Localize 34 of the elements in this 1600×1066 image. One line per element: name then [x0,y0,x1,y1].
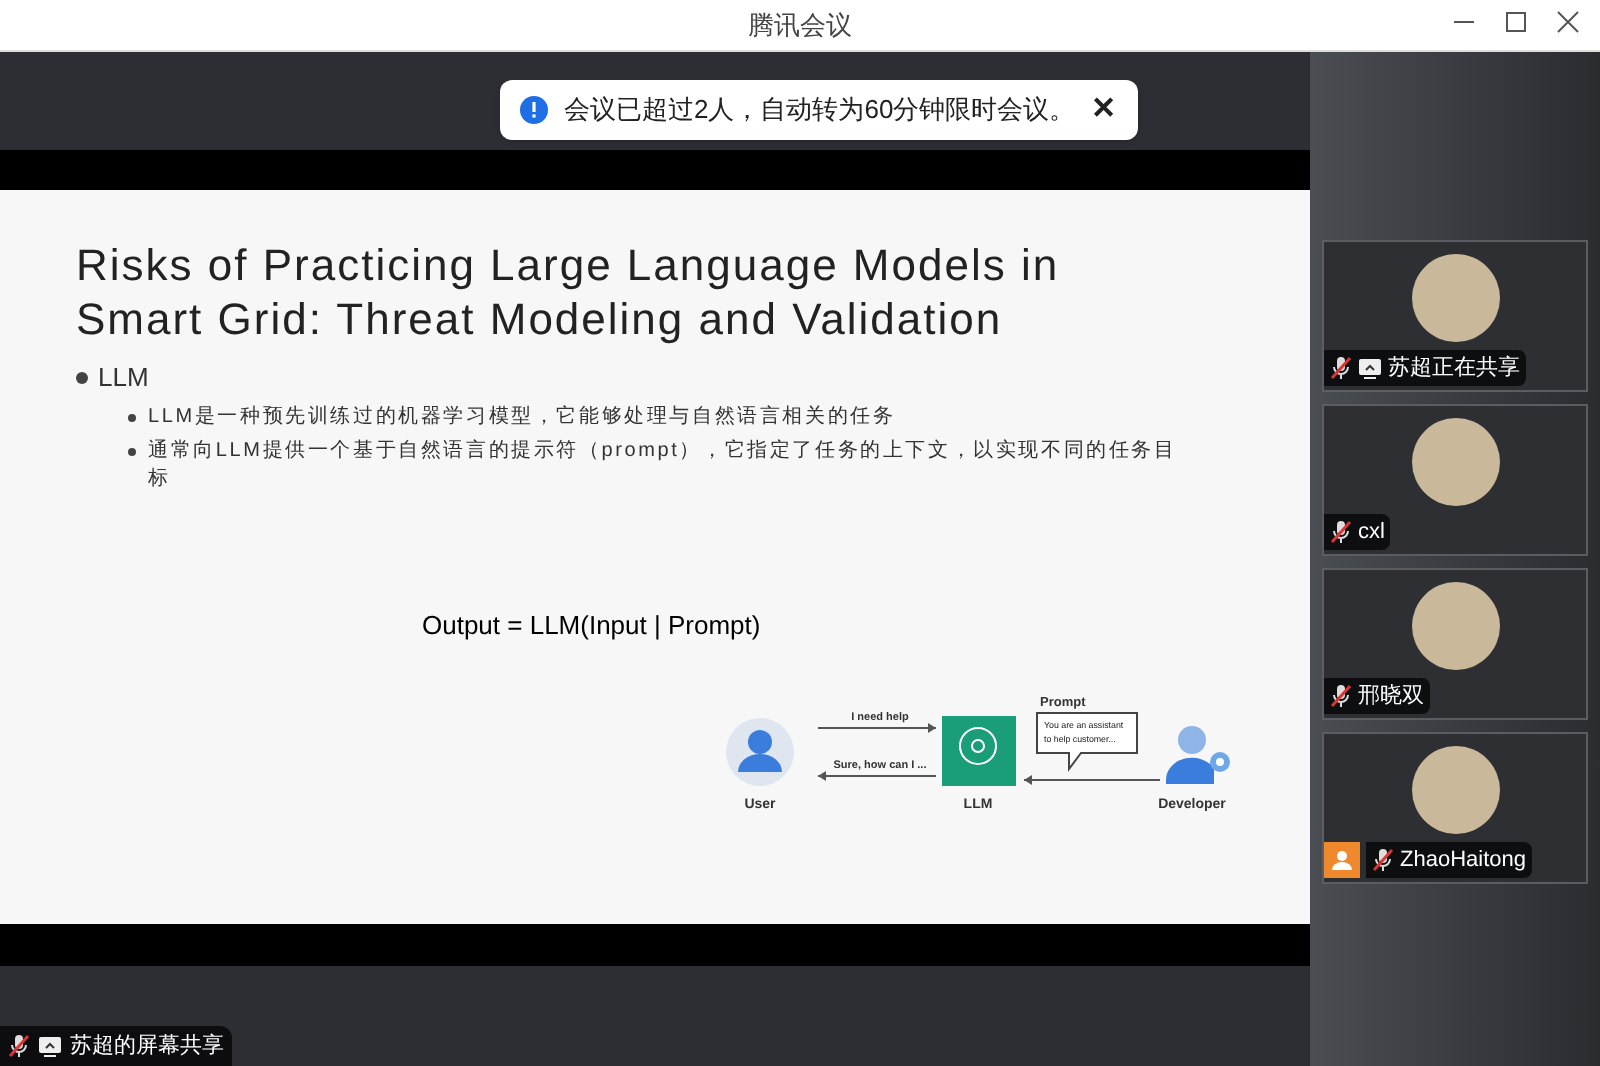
avatar-placeholder [1411,582,1499,670]
avatar-placeholder [1411,746,1499,834]
participant-name: 邢晓双 [1358,681,1424,712]
window-title: 腾讯会议 [748,7,852,44]
close-icon[interactable] [1556,10,1580,34]
muted-mic-icon [1372,848,1394,872]
speech-bubble [1036,712,1138,772]
bullet-text: 通常向LLM提供一个基于自然语言的提示符（prompt），它指定了任务的上下文，以实现不同的任务目标 [148,437,1178,493]
formula-text: Output = LLM(Input | Prompt) [422,607,763,644]
muted-mic-icon [8,1034,30,1058]
person-icon [1330,848,1354,872]
participant-name: ZhaoHaitong [1400,845,1526,876]
participant-name: cxl [1358,517,1385,548]
maximize-icon[interactable] [1504,10,1528,34]
muted-mic-icon [1330,520,1352,544]
avatar-placeholder [1411,254,1499,342]
request-arrow [817,723,937,733]
avatar-placeholder [1411,418,1499,506]
screen-share-text: 苏超的屏幕共享 [70,1031,224,1062]
close-button[interactable]: ✕ [1091,87,1118,133]
user-icon [726,718,794,786]
info-icon [520,96,548,124]
prompt-arrow [1023,775,1161,785]
screen-share-icon [38,1035,62,1057]
bullet-text: LLM是一种预先训练过的机器学习模型，它能够处理与自然语言相关的任务 [148,403,898,431]
notification-text: 会议已超过2人，自动转为60分钟限时会议。 [564,92,1076,129]
slide-title: Risks of Practicing Large Language Models in Smart Grid: Threat Modeling and Validation [76,238,1062,346]
bullet-text: LLM [98,360,149,396]
response-arrow [817,771,937,781]
muted-mic-icon [1330,356,1352,380]
screen-share-icon [1358,357,1382,379]
developer-icon [1166,726,1230,784]
muted-mic-icon [1330,684,1352,708]
participant-name: 苏超正在共享 [1388,353,1520,384]
